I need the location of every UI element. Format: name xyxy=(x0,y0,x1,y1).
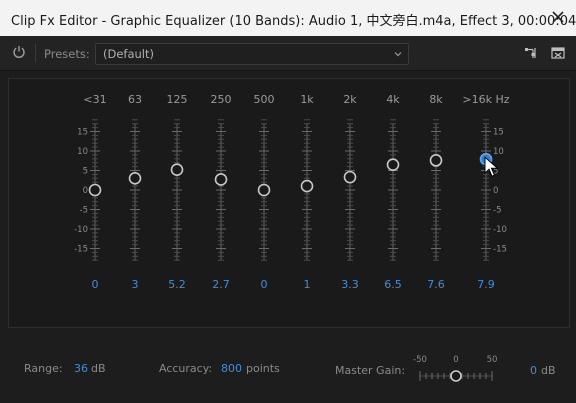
scale-label-right: -15 xyxy=(493,245,507,255)
band-value[interactable]: 2.7 xyxy=(212,278,230,291)
band-value[interactable]: 0 xyxy=(261,278,268,291)
presets-dropdown[interactable]: (Default) xyxy=(95,43,409,65)
band-slider-knob[interactable] xyxy=(300,179,314,193)
band-value[interactable]: 7.9 xyxy=(477,278,495,291)
band-value[interactable]: 6.5 xyxy=(384,278,402,291)
band-label: >16k Hz xyxy=(462,93,509,106)
scale-label-right: 10 xyxy=(493,147,504,157)
accuracy-value[interactable]: 800 xyxy=(221,362,242,375)
scale-label-left: -10 xyxy=(74,225,88,235)
band-label: 500 xyxy=(254,93,275,106)
power-icon[interactable] xyxy=(12,45,26,59)
band-slider-knob[interactable] xyxy=(343,170,357,184)
chevron-down-icon xyxy=(394,52,402,57)
master-gain-value[interactable]: 0 xyxy=(530,364,537,377)
equalizer-sliders: <31 63 125 250 500 1k 2k 4k 8k >16k Hz15 1510 105 50… xyxy=(74,93,510,291)
scale-label-right: -10 xyxy=(493,225,507,235)
scale-label-left: -5 xyxy=(80,206,88,216)
master-gain-unit: dB xyxy=(541,364,556,377)
scale-label-left: 0 xyxy=(83,186,88,196)
scale-label-left: -15 xyxy=(74,245,88,255)
master-gain-slider[interactable]: -50 0 50 xyxy=(410,352,500,388)
band-label: 125 xyxy=(167,93,188,106)
presets-value: (Default) xyxy=(103,47,154,61)
band-value[interactable]: 0 xyxy=(92,278,99,291)
band-slider-knob[interactable] xyxy=(170,163,184,177)
band-value[interactable]: 1 xyxy=(304,278,311,291)
scale-label-left: 5 xyxy=(83,167,88,177)
band-label: 250 xyxy=(211,93,232,106)
toolbar-separator xyxy=(35,44,36,62)
scale-label-right: -5 xyxy=(493,206,501,216)
panel-toggle-icon[interactable] xyxy=(551,46,565,60)
band-label: 2k xyxy=(343,93,357,106)
band-label: 63 xyxy=(128,93,142,106)
master-gain-tick-label: -50 xyxy=(413,355,427,365)
range-label: Range: xyxy=(24,362,63,375)
close-icon[interactable] xyxy=(551,10,565,24)
band-value[interactable]: 3.3 xyxy=(341,278,359,291)
scale-label-left: 15 xyxy=(77,128,88,138)
band-label: 4k xyxy=(386,93,400,106)
range-unit: dB xyxy=(91,362,106,375)
routing-icon[interactable] xyxy=(524,46,538,60)
window-title: Clip Fx Editor - Graphic Equalizer (10 B… xyxy=(11,14,576,29)
band-label: 8k xyxy=(429,93,443,106)
band-slider-knob[interactable] xyxy=(386,158,400,171)
title-bar: Clip Fx Editor - Graphic Equalizer (10 B… xyxy=(0,0,576,36)
band-slider-knob[interactable] xyxy=(128,172,142,185)
band-value[interactable]: 7.6 xyxy=(427,278,445,291)
footer-controls: Range: 36 dB Accuracy: 800 points Master… xyxy=(8,338,568,396)
range-value[interactable]: 36 xyxy=(74,362,88,375)
accuracy-unit: points xyxy=(246,362,280,375)
master-gain-tick-label: 50 xyxy=(487,355,498,365)
accuracy-label: Accuracy: xyxy=(159,362,213,375)
band-slider-knob[interactable] xyxy=(88,183,102,197)
master-gain-tick-label: 0 xyxy=(453,355,458,365)
equalizer-panel: <31 63 125 250 500 1k 2k 4k 8k >16k Hz 15 15 10 10 5 5 0… xyxy=(8,78,570,328)
band-slider-knob[interactable] xyxy=(257,183,271,197)
master-gain-knob[interactable] xyxy=(450,370,462,382)
band-label: 1k xyxy=(300,93,314,106)
toolbar: Presets: (Default) xyxy=(0,36,576,71)
band-slider-knob[interactable] xyxy=(429,154,443,167)
master-gain-label: Master Gain: xyxy=(335,364,406,377)
scale-label-right: 15 xyxy=(493,128,504,138)
band-label: <31 xyxy=(83,93,106,106)
presets-label: Presets: xyxy=(44,47,90,61)
scale-label-left: 10 xyxy=(77,147,88,157)
band-slider-knob[interactable] xyxy=(214,173,228,186)
scale-label-right: 0 xyxy=(493,186,498,196)
band-value[interactable]: 5.2 xyxy=(168,278,186,291)
band-value[interactable]: 3 xyxy=(132,278,139,291)
